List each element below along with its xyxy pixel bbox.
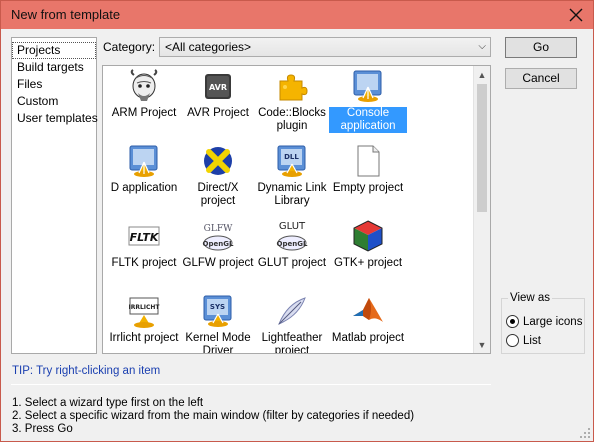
tip-text: TIP: Try right-clicking an item [12, 365, 161, 377]
glfw-opengl-icon: GLFW OpenGL [201, 219, 235, 253]
instructions: 1. Select a wizard type first on the lef… [12, 397, 414, 436]
large-icons-label: Large icons [523, 315, 583, 328]
template-item-irrlicht[interactable]: IRRLICHT Irrlicht project [105, 294, 183, 345]
template-label: GLFW project [182, 257, 254, 269]
svg-text:DLL: DLL [284, 153, 299, 161]
wizard-type-list[interactable]: Projects Build targets Files Custom User… [11, 37, 98, 354]
close-button[interactable] [559, 1, 593, 29]
template-grid[interactable]: ARM Project AVR AVR Project Code::Blocks… [102, 65, 491, 354]
template-label: GLUT project [257, 257, 327, 269]
gtk-cube-icon [351, 219, 385, 253]
template-label: Irrlicht project [109, 332, 179, 344]
icon-text: SYS [210, 303, 225, 311]
template-label: Code::Blocks plugin [258, 107, 326, 132]
instruction-line: 2. Select a specific wizard from the mai… [12, 410, 415, 422]
window-title: New from template [11, 7, 121, 22]
wizard-item-build-targets[interactable]: Build targets [12, 59, 96, 76]
view-list-option[interactable]: List [506, 334, 541, 347]
separator [11, 384, 491, 385]
d-app-icon [127, 144, 161, 178]
chevron-up-icon: ▲ [477, 69, 487, 80]
scroll-down-button[interactable]: ▼ [474, 336, 490, 353]
template-item-glut[interactable]: GLUT OpenGL GLUT project [253, 219, 331, 270]
template-label: AVR Project [187, 107, 249, 119]
chevron-down-icon: ▼ [477, 339, 487, 350]
resize-grip-icon[interactable] [579, 427, 591, 439]
cancel-button[interactable]: Cancel [505, 68, 577, 89]
template-item-fltk[interactable]: FLTK FLTK project [105, 219, 183, 270]
wizard-item-files[interactable]: Files [12, 76, 96, 93]
view-as-group: View as Large icons List [501, 292, 585, 354]
close-icon [569, 8, 583, 22]
new-from-template-dialog: New from template Projects Build targets… [0, 0, 594, 442]
template-item-console-application[interactable]: Console application [329, 69, 407, 133]
scroll-up-button[interactable]: ▲ [474, 66, 490, 83]
template-label: GTK+ project [333, 257, 403, 269]
list-radio[interactable] [506, 334, 519, 347]
title-bar[interactable]: New from template [1, 1, 593, 29]
category-label: Category: [103, 40, 156, 54]
template-item-empty-project[interactable]: Empty project [329, 144, 407, 195]
category-select[interactable]: <All categories> ⌵ [159, 37, 491, 57]
template-item-d-application[interactable]: D application [105, 144, 183, 195]
icon-text: GLUT [279, 221, 306, 232]
template-item-gtk[interactable]: GTK+ project [329, 219, 407, 270]
scrollbar-thumb[interactable] [477, 84, 487, 212]
template-label: ARM Project [111, 107, 177, 119]
wizard-item-custom[interactable]: Custom [12, 93, 96, 110]
template-item-arm[interactable]: ARM Project [105, 69, 183, 120]
template-item-dynamic-link-library[interactable]: DLL Dynamic Link Library [253, 144, 331, 208]
matlab-icon [351, 294, 385, 328]
fltk-icon: FLTK [127, 219, 161, 253]
avr-chip-icon: AVR [201, 69, 235, 103]
template-label: Matlab project [331, 332, 405, 344]
instruction-line: 1. Select a wizard type first on the lef… [12, 397, 204, 409]
icon-text: IRRLICHT [128, 304, 160, 311]
template-grid-scrollbar[interactable]: ▲ ▼ [473, 66, 490, 353]
template-label: Direct/X project [197, 182, 239, 207]
icon-text: FLTK [130, 231, 160, 244]
wizard-item-projects[interactable]: Projects [12, 42, 96, 59]
template-item-codeblocks-plugin[interactable]: Code::Blocks plugin [253, 69, 331, 133]
icon-badge: OpenGL [277, 240, 308, 248]
template-item-matlab[interactable]: Matlab project [329, 294, 407, 345]
list-label: List [523, 334, 541, 347]
template-label: FLTK project [111, 257, 177, 269]
view-large-icons-option[interactable]: Large icons [506, 315, 582, 328]
template-label: Console application [329, 107, 407, 133]
template-item-glfw[interactable]: GLFW OpenGL GLFW project [179, 219, 257, 270]
template-label: Kernel Mode Driver [185, 332, 251, 354]
template-item-kernel-mode-driver[interactable]: SYS Kernel Mode Driver [179, 294, 257, 354]
dll-icon: DLL [275, 144, 309, 178]
template-label: Empty project [332, 182, 404, 194]
irrlicht-icon: IRRLICHT [127, 294, 161, 328]
chevron-down-icon: ⌵ [478, 41, 486, 52]
icon-badge: OpenGL [203, 240, 234, 248]
puzzle-piece-icon [275, 69, 309, 103]
blank-document-icon [351, 144, 385, 178]
template-label: Dynamic Link Library [257, 182, 327, 207]
template-label: Lightfeather project [261, 332, 323, 354]
wizard-item-user-templates[interactable]: User templates [12, 110, 98, 127]
view-as-label: View as [508, 292, 553, 304]
large-icons-radio[interactable] [506, 315, 519, 328]
template-item-directx[interactable]: Direct/X project [179, 144, 257, 208]
template-item-lightfeather[interactable]: Lightfeather project [253, 294, 331, 354]
glut-opengl-icon: GLUT OpenGL [275, 219, 309, 253]
icon-text: GLFW [204, 224, 233, 234]
go-button[interactable]: Go [505, 37, 577, 58]
gnu-gnome-icon [127, 69, 161, 103]
directx-icon [201, 144, 235, 178]
category-value: <All categories> [165, 40, 252, 54]
console-app-icon [351, 69, 385, 103]
instruction-line: 3. Press Go [12, 423, 73, 435]
template-item-avr[interactable]: AVR AVR Project [179, 69, 257, 120]
svg-text:AVR: AVR [209, 83, 227, 92]
kernel-driver-icon: SYS [201, 294, 235, 328]
template-label: D application [110, 182, 178, 194]
feather-icon [275, 294, 309, 328]
